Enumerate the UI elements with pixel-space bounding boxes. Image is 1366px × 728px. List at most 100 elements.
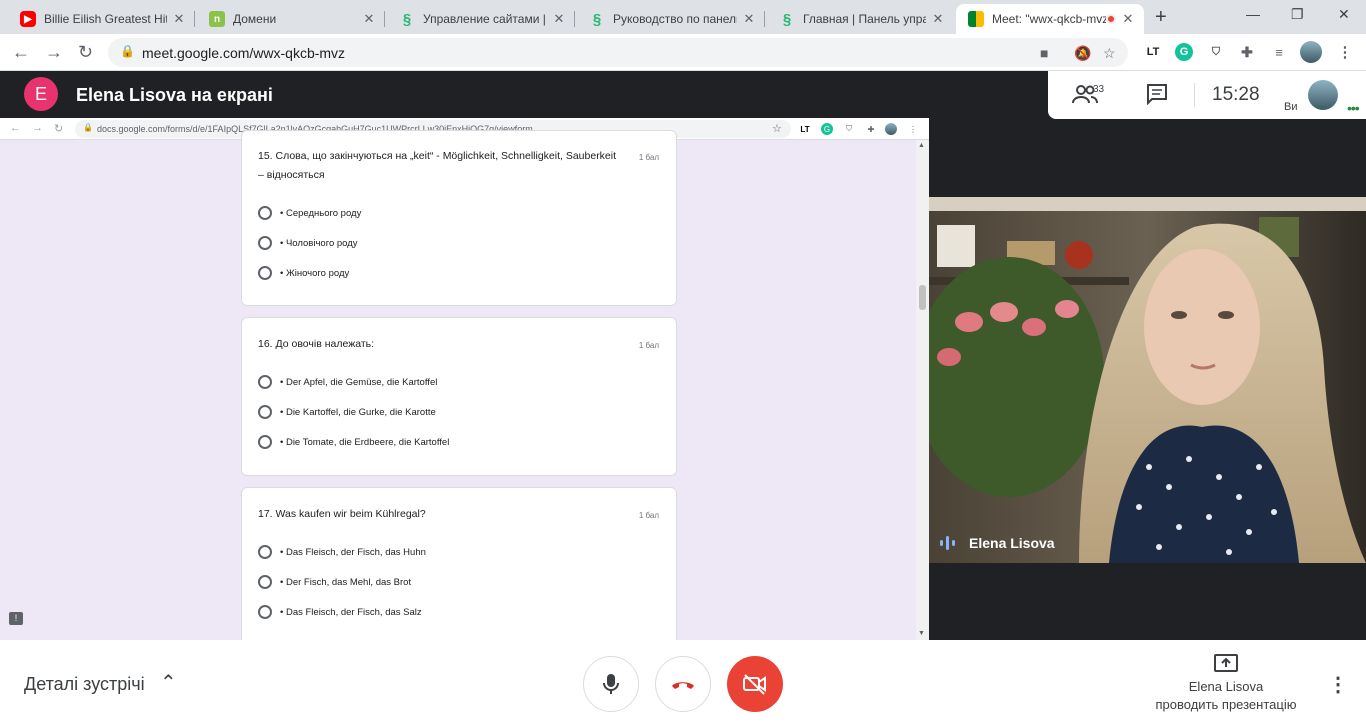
tab-panel-guide[interactable]: § Руководство по панели ✕ — [577, 4, 765, 34]
scrollbar-thumb[interactable] — [919, 285, 926, 310]
answer-option[interactable]: • Середнього роду — [258, 205, 361, 221]
close-tab-icon[interactable]: ✕ — [1120, 11, 1136, 27]
new-tab-icon[interactable]: + — [1155, 6, 1167, 29]
youtube-icon: ▶ — [20, 11, 36, 27]
radio-icon[interactable] — [258, 435, 272, 449]
question-points: 1 бал — [638, 511, 659, 520]
shield-icon[interactable]: ⛉ — [1207, 43, 1225, 61]
present-status[interactable]: Elena Lisova проводить презентацію — [1140, 652, 1312, 714]
profile-avatar — [885, 123, 897, 135]
address-bar[interactable]: 🔒 meet.google.com/wwx-qkcb-mvz ■ 🔕 ☆ — [108, 38, 1128, 67]
reload-icon[interactable]: ↻ — [78, 42, 93, 63]
answer-option[interactable]: • Der Fisch, das Mehl, das Brot — [258, 574, 411, 590]
forward-icon: → — [32, 122, 43, 134]
microphone-icon — [603, 674, 619, 694]
camera-off-icon — [743, 674, 766, 695]
question-card-17: 17. Was kaufen wir beim Kühlregal? 1 бал… — [241, 487, 677, 640]
answer-option[interactable]: • Das Fleisch, der Fisch, das Huhn — [258, 544, 426, 560]
maximize-icon[interactable]: ❐ — [1291, 6, 1304, 23]
answer-option[interactable]: • Чоловічого роду — [258, 235, 358, 251]
self-label: Ви — [1284, 101, 1298, 113]
tab-youtube[interactable]: ▶ Billie Eilish Greatest Hits ✕ — [8, 4, 195, 34]
bookmark-star-icon[interactable]: ☆ — [1103, 45, 1116, 62]
close-tab-icon[interactable]: ✕ — [551, 11, 567, 27]
extensions-icon: ✚ — [867, 124, 875, 134]
answer-option[interactable]: • Жіночого роду — [258, 265, 349, 281]
participant-count: 33 — [1093, 84, 1105, 95]
scroll-down-icon[interactable]: ▼ — [918, 630, 925, 637]
close-tab-icon[interactable]: ✕ — [361, 11, 377, 27]
close-window-icon[interactable]: ✕ — [1338, 6, 1350, 23]
shield-icon: ⛉ — [846, 124, 852, 133]
presenter-name: Elena Lisova — [1188, 679, 1264, 694]
forward-icon[interactable]: → — [45, 42, 63, 63]
speaking-indicator-icon: ••• — [1347, 100, 1360, 116]
answer-option[interactable]: • Das Fleisch, der Fisch, das Salz — [258, 604, 422, 620]
browser-menu-icon[interactable]: ⋮ — [1336, 43, 1354, 61]
meeting-clock: 15:28 — [1212, 84, 1260, 105]
question-text: 16. До овочів належать: — [258, 338, 375, 350]
grammarly-icon: G — [821, 123, 833, 135]
n-icon: n — [209, 11, 225, 27]
bookmark-star-icon: ☆ — [772, 123, 782, 135]
close-tab-icon[interactable]: ✕ — [741, 11, 757, 27]
question-card-16: 16. До овочів належать: 1 бал • Der Apfe… — [241, 317, 677, 476]
audio-level-icon — [940, 536, 958, 550]
camera-off-button[interactable] — [727, 656, 783, 712]
radio-icon[interactable] — [258, 405, 272, 419]
reload-icon: ↻ — [54, 123, 64, 135]
meeting-details-label[interactable]: Деталі зустрічі — [24, 674, 145, 695]
close-tab-icon[interactable]: ✕ — [171, 11, 187, 27]
tab-domains[interactable]: n Домени ✕ — [197, 4, 385, 34]
grammarly-icon[interactable]: G — [1175, 43, 1193, 61]
radio-icon[interactable] — [258, 545, 272, 559]
more-options-icon[interactable]: ⋮ — [1328, 672, 1348, 697]
question-card-15: 15. Слова, що закінчуються на „keit“ - M… — [241, 130, 677, 306]
scrollbar[interactable] — [916, 140, 929, 640]
languagetool-icon[interactable]: LT — [1144, 43, 1162, 61]
menu-icon: ⋮ — [909, 124, 917, 134]
scroll-up-icon[interactable]: ▲ — [918, 142, 925, 149]
self-avatar[interactable] — [1308, 80, 1338, 110]
media-icon[interactable]: ≡ — [1270, 43, 1288, 61]
meet-controls-bar: Деталі зустрічі ⌃ Elena Lisova проводить… — [0, 640, 1366, 728]
microphone-button[interactable] — [583, 656, 639, 712]
answer-option[interactable]: • Der Apfel, die Gemüse, die Kartoffel — [258, 374, 437, 390]
notifications-off-icon[interactable]: 🔕 — [1074, 45, 1091, 62]
video-frame — [929, 197, 1366, 563]
lock-icon: 🔒 — [83, 123, 93, 132]
tab-control-panel[interactable]: § Главная | Панель управ ✕ — [767, 4, 954, 34]
answer-option[interactable]: • Die Tomate, die Erdbeere, die Kartoffe… — [258, 434, 449, 450]
feedback-icon[interactable]: ! — [9, 612, 23, 625]
s-icon: § — [402, 10, 412, 28]
radio-icon[interactable] — [258, 236, 272, 250]
presenter-title: Elena Lisova на екрані — [76, 85, 273, 105]
present-screen-icon — [1214, 654, 1238, 672]
chevron-up-icon[interactable]: ⌃ — [160, 670, 177, 695]
close-tab-icon[interactable]: ✕ — [930, 11, 946, 27]
chat-icon[interactable] — [1146, 83, 1168, 111]
hang-up-icon — [672, 682, 694, 689]
lock-icon: 🔒 — [120, 44, 135, 58]
browser-tab-bar: ▶ Billie Eilish Greatest Hits ✕ n Домени… — [0, 0, 1366, 34]
question-points: 1 бал — [638, 153, 659, 162]
camera-icon[interactable]: ■ — [1040, 45, 1048, 61]
profile-avatar[interactable] — [1300, 41, 1322, 63]
radio-icon[interactable] — [258, 206, 272, 220]
avatar: E — [24, 77, 58, 111]
extensions-icon[interactable]: ✚ — [1238, 43, 1256, 61]
minimize-icon[interactable]: — — [1246, 6, 1260, 22]
question-text: 17. Was kaufen wir beim Kühlregal? — [258, 508, 426, 520]
s-icon: § — [592, 10, 602, 28]
tab-meet[interactable]: Meet: "wwx-qkcb-mvz" ✕ — [956, 4, 1144, 34]
radio-icon[interactable] — [258, 575, 272, 589]
tab-site-management[interactable]: § Управление сайтами | ✕ — [387, 4, 575, 34]
radio-icon[interactable] — [258, 375, 272, 389]
radio-icon[interactable] — [258, 266, 272, 280]
hang-up-button[interactable] — [655, 656, 711, 712]
shared-screen: ← → ↻ 🔒 docs.google.com/forms/d/e/1FAIpQ… — [0, 118, 929, 640]
back-icon[interactable]: ← — [12, 42, 30, 63]
meet-icon — [968, 11, 984, 27]
radio-icon[interactable] — [258, 605, 272, 619]
answer-option[interactable]: • Die Kartoffel, die Gurke, die Karotte — [258, 404, 436, 420]
